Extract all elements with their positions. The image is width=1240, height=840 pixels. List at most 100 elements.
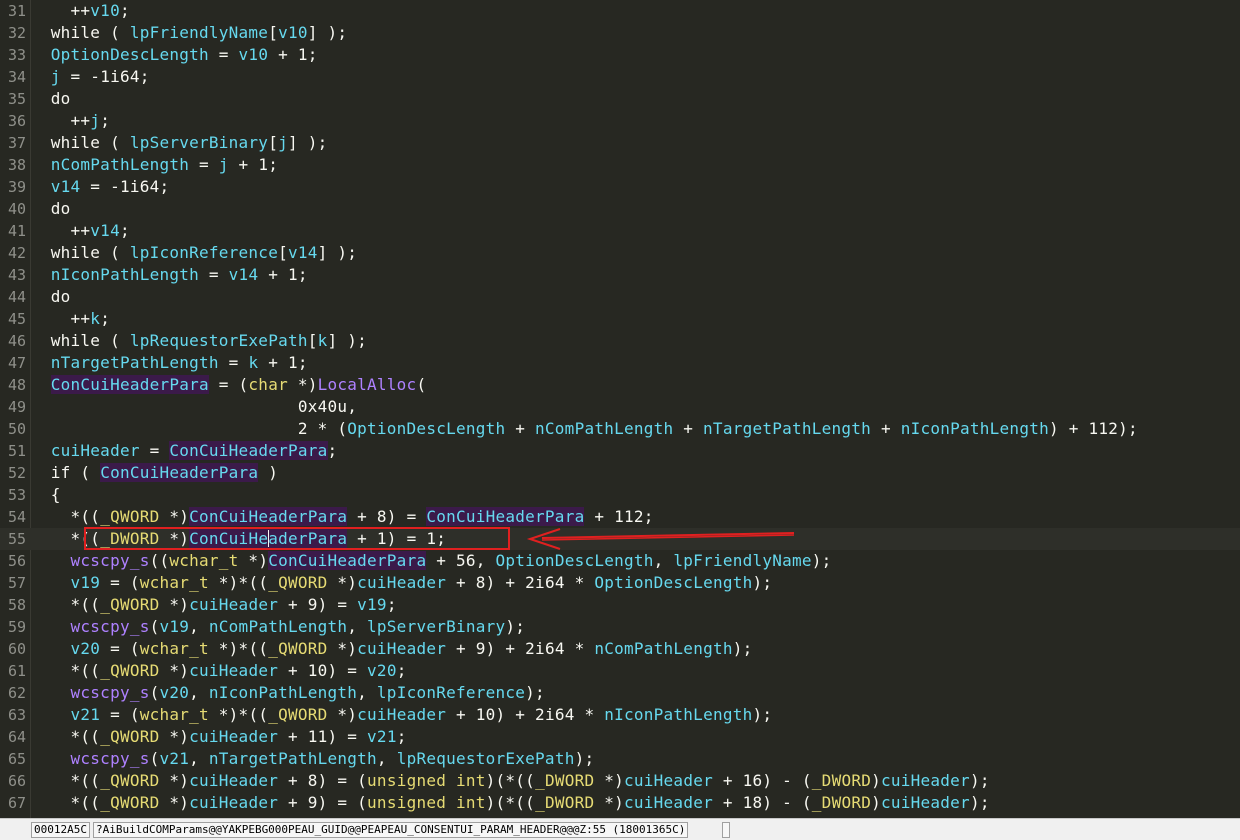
identifier[interactable]: v20 [159,683,189,702]
identifier[interactable]: nComPathLength [535,419,673,438]
code-line[interactable]: 41 ++v14; [0,220,1240,242]
code-line[interactable]: 35 do [0,88,1240,110]
identifier[interactable]: cuiHeader [357,573,446,592]
identifier[interactable]: nIconPathLength [901,419,1049,438]
identifier[interactable]: v21 [367,727,397,746]
identifier[interactable]: j [219,155,229,174]
identifier[interactable]: k [248,353,258,372]
identifier[interactable]: cuiHeader [624,793,713,812]
code-line[interactable]: 60 v20 = (wchar_t *)*((_QWORD *)cuiHeade… [0,638,1240,660]
identifier[interactable]: j [51,67,61,86]
identifier[interactable]: nTargetPathLength [703,419,871,438]
code-line[interactable]: 61 *((_QWORD *)cuiHeader + 10) = v20; [0,660,1240,682]
identifier[interactable]: lpRequestorExePath [130,331,308,350]
identifier[interactable]: nComPathLength [209,617,347,636]
function-name[interactable]: wcscpy_s [71,683,150,702]
identifier[interactable]: v19 [357,595,387,614]
identifier[interactable]: lpFriendlyName [130,23,268,42]
identifier[interactable]: v14 [51,177,81,196]
function-name[interactable]: wcscpy_s [71,551,150,570]
identifier[interactable]: lpServerBinary [130,133,268,152]
code-line[interactable]: 36 ++j; [0,110,1240,132]
identifier[interactable]: lpRequestorExePath [397,749,575,768]
identifier[interactable]: v10 [278,23,308,42]
global-identifier[interactable]: ConCuiHeaderPara [169,441,328,460]
identifier[interactable]: v21 [71,705,101,724]
identifier[interactable]: OptionDescLength [347,419,505,438]
identifier[interactable]: nTargetPathLength [209,749,377,768]
identifier[interactable]: cuiHeader [189,595,278,614]
identifier[interactable]: v14 [90,221,120,240]
global-identifier[interactable]: ConCuiHeaderPara [189,529,348,548]
code-line[interactable]: 34 j = -1i64; [0,66,1240,88]
code-line[interactable]: 47 nTargetPathLength = k + 1; [0,352,1240,374]
code-line[interactable]: 57 v19 = (wchar_t *)*((_QWORD *)cuiHeade… [0,572,1240,594]
identifier[interactable]: cuiHeader [189,661,278,680]
identifier[interactable]: nComPathLength [51,155,189,174]
code-line[interactable]: 64 *((_QWORD *)cuiHeader + 11) = v21; [0,726,1240,748]
code-line[interactable]: 39 v14 = -1i64; [0,176,1240,198]
identifier[interactable]: cuiHeader [881,793,970,812]
code-line[interactable]: 40 do [0,198,1240,220]
code-line[interactable]: 62 wcscpy_s(v20, nIconPathLength, lpIcon… [0,682,1240,704]
identifier[interactable]: cuiHeader [189,727,278,746]
identifier[interactable]: lpFriendlyName [673,551,811,570]
code-line[interactable]: 53 { [0,484,1240,506]
identifier[interactable]: v20 [367,661,397,680]
identifier[interactable]: lpServerBinary [367,617,505,636]
code-line[interactable]: 54 *((_QWORD *)ConCuiHeaderPara + 8) = C… [0,506,1240,528]
code-line[interactable]: 67 *((_QWORD *)cuiHeader + 9) = (unsigne… [0,792,1240,814]
identifier[interactable]: v14 [288,243,318,262]
identifier[interactable]: j [278,133,288,152]
code-line[interactable]: 37 while ( lpServerBinary[j] ); [0,132,1240,154]
identifier[interactable]: nIconPathLength [604,705,752,724]
identifier[interactable]: nTargetPathLength [51,353,219,372]
global-identifier[interactable]: ConCuiHeaderPara [426,507,585,526]
identifier[interactable]: nIconPathLength [209,683,357,702]
code-line[interactable]: 65 wcscpy_s(v21, nTargetPathLength, lpRe… [0,748,1240,770]
identifier[interactable]: j [90,111,100,130]
code-line[interactable]: 46 while ( lpRequestorExePath[k] ); [0,330,1240,352]
global-identifier[interactable]: ConCuiHeaderPara [189,507,348,526]
code-line[interactable]: 32 while ( lpFriendlyName[v10] ); [0,22,1240,44]
code-line[interactable]: 38 nComPathLength = j + 1; [0,154,1240,176]
function-name[interactable]: wcscpy_s [71,749,150,768]
identifier[interactable]: cuiHeader [357,639,446,658]
code-line[interactable]: 58 *((_QWORD *)cuiHeader + 9) = v19; [0,594,1240,616]
identifier[interactable]: v19 [71,573,101,592]
identifier[interactable]: k [90,309,100,328]
code-line[interactable]: 52 if ( ConCuiHeaderPara ) [0,462,1240,484]
identifier[interactable]: OptionDescLength [594,573,752,592]
identifier[interactable]: lpIconReference [377,683,525,702]
identifier[interactable]: cuiHeader [189,771,278,790]
identifier[interactable]: nComPathLength [594,639,732,658]
identifier[interactable]: cuiHeader [357,705,446,724]
function-name[interactable]: LocalAlloc [318,375,417,394]
code-line[interactable]: 56 wcscpy_s((wchar_t *)ConCuiHeaderPara … [0,550,1240,572]
code-line[interactable]: 49 0x40u, [0,396,1240,418]
identifier[interactable]: v21 [159,749,189,768]
global-identifier[interactable]: ConCuiHeaderPara [50,375,209,394]
identifier[interactable]: v19 [159,617,189,636]
code-line[interactable]: 66 *((_QWORD *)cuiHeader + 8) = (unsigne… [0,770,1240,792]
pseudocode-view[interactable]: 31 ++v10; 32 while ( lpFriendlyName[v10] … [0,0,1240,818]
code-line[interactable]: 59 wcscpy_s(v19, nComPathLength, lpServe… [0,616,1240,638]
identifier[interactable]: nIconPathLength [51,265,199,284]
identifier[interactable]: OptionDescLength [496,551,654,570]
code-line[interactable]: 55 *((_DWORD *)ConCuiHeaderPara + 1) = 1… [0,528,1240,550]
identifier[interactable]: cuiHeader [881,771,970,790]
identifier[interactable]: k [318,331,328,350]
code-line[interactable]: 50 2 * (OptionDescLength + nComPathLengt… [0,418,1240,440]
global-identifier[interactable]: ConCuiHeaderPara [268,551,427,570]
code-line[interactable]: 48 ConCuiHeaderPara = (char *)LocalAlloc… [0,374,1240,396]
identifier[interactable]: v10 [90,1,120,20]
global-identifier[interactable]: ConCuiHeaderPara [100,463,259,482]
code-line[interactable]: 44 do [0,286,1240,308]
code-line[interactable]: 45 ++k; [0,308,1240,330]
identifier[interactable]: cuiHeader [189,793,278,812]
code-line[interactable]: 51 cuiHeader = ConCuiHeaderPara; [0,440,1240,462]
code-line[interactable]: 31 ++v10; [0,0,1240,22]
identifier[interactable]: lpIconReference [130,243,278,262]
identifier[interactable]: OptionDescLength [51,45,209,64]
identifier[interactable]: v20 [71,639,101,658]
